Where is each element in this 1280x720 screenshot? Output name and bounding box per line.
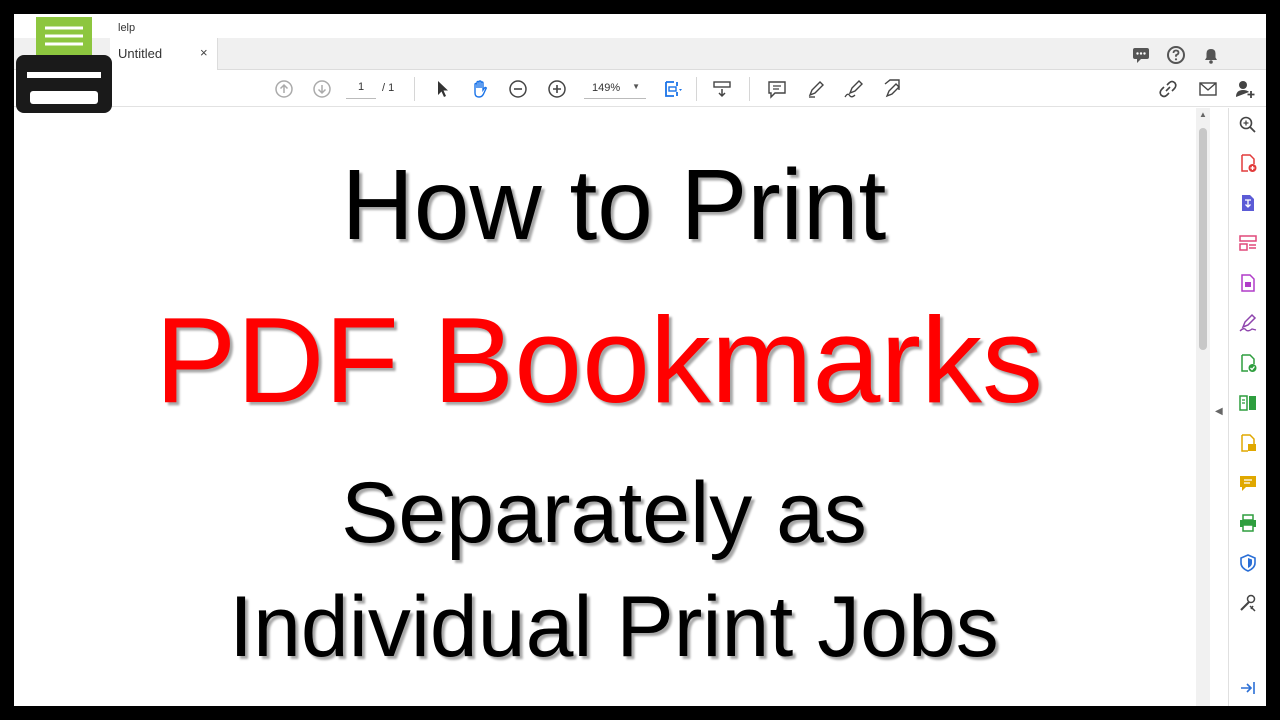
highlight-pen-icon[interactable] bbox=[805, 78, 827, 100]
vertical-scrollbar[interactable]: ▲ bbox=[1196, 108, 1210, 706]
menu-bar: lelp bbox=[14, 14, 1266, 38]
fill-sign-icon[interactable] bbox=[1238, 313, 1258, 333]
protect-icon[interactable] bbox=[1238, 553, 1258, 573]
printer-logo-icon bbox=[16, 17, 112, 113]
bell-icon[interactable] bbox=[1200, 44, 1222, 66]
select-arrow-icon[interactable] bbox=[431, 78, 453, 100]
zoom-dropdown[interactable]: 149% ▼ bbox=[584, 81, 646, 99]
create-pdf-icon[interactable] bbox=[1238, 153, 1258, 173]
more-tools-icon[interactable] bbox=[1238, 593, 1258, 613]
search-zoom-icon[interactable] bbox=[1238, 115, 1258, 135]
export-pdf-icon[interactable] bbox=[1238, 193, 1258, 213]
tab-close-icon[interactable]: × bbox=[200, 45, 208, 60]
hand-icon[interactable] bbox=[469, 78, 491, 100]
tab-bar: Untitled × bbox=[14, 38, 1266, 70]
comment-tool-icon[interactable] bbox=[1238, 473, 1258, 493]
toolbar-divider bbox=[749, 77, 750, 101]
headline-line-1: How to Print bbox=[341, 149, 887, 261]
add-user-icon[interactable] bbox=[1234, 78, 1256, 100]
scrollbar-thumb[interactable] bbox=[1199, 128, 1207, 350]
video-frame: lelp Untitled × 1 / 1 149% ▼ ▲ ◀ How to … bbox=[0, 0, 1280, 720]
tab-untitled[interactable]: Untitled × bbox=[110, 38, 218, 70]
toolbar-divider bbox=[696, 77, 697, 101]
headline-line-4: Individual Print Jobs bbox=[229, 579, 999, 675]
tools-pane bbox=[1228, 108, 1266, 706]
comment-icon[interactable] bbox=[1130, 44, 1152, 66]
sign-icon[interactable] bbox=[843, 78, 865, 100]
collapse-pane-icon[interactable] bbox=[1238, 678, 1258, 698]
headline-line-2: PDF Bookmarks bbox=[154, 292, 1044, 428]
tab-title: Untitled bbox=[118, 46, 163, 61]
toolbar-divider bbox=[414, 77, 415, 101]
print-production-icon[interactable] bbox=[1238, 513, 1258, 533]
chevron-down-icon: ▼ bbox=[632, 82, 640, 91]
collapse-pane-arrow-icon[interactable]: ◀ bbox=[1215, 406, 1223, 417]
scroll-mode-icon[interactable] bbox=[711, 78, 733, 100]
send-signature-icon[interactable] bbox=[1238, 353, 1258, 373]
email-icon[interactable] bbox=[1197, 78, 1219, 100]
scroll-up-arrow-icon[interactable]: ▲ bbox=[1199, 110, 1207, 119]
fit-page-icon[interactable] bbox=[662, 78, 684, 100]
zoom-out-icon[interactable] bbox=[507, 78, 529, 100]
edit-icon[interactable] bbox=[881, 78, 903, 100]
help-icon[interactable] bbox=[1165, 44, 1187, 66]
acrobat-window: lelp Untitled × 1 / 1 149% ▼ ▲ ◀ How to … bbox=[14, 14, 1266, 706]
zoom-value: 149% bbox=[592, 82, 621, 94]
organize-pages-icon[interactable] bbox=[1238, 233, 1258, 253]
share-link-icon[interactable] bbox=[1157, 78, 1179, 100]
edit-pdf-icon[interactable] bbox=[1238, 273, 1258, 293]
headline-line-3: Separately as bbox=[341, 465, 867, 561]
page-total: / 1 bbox=[382, 82, 395, 94]
zoom-in-icon[interactable] bbox=[546, 78, 568, 100]
page-number-input[interactable]: 1 bbox=[346, 81, 376, 99]
menu-help[interactable]: lelp bbox=[118, 22, 135, 34]
compare-icon[interactable] bbox=[1238, 393, 1258, 413]
page-up-icon[interactable] bbox=[273, 78, 295, 100]
scan-ocr-icon[interactable] bbox=[1238, 433, 1258, 453]
page-down-icon[interactable] bbox=[311, 78, 333, 100]
toolbar: 1 / 1 149% ▼ bbox=[14, 71, 1266, 107]
comment-icon[interactable] bbox=[766, 78, 788, 100]
